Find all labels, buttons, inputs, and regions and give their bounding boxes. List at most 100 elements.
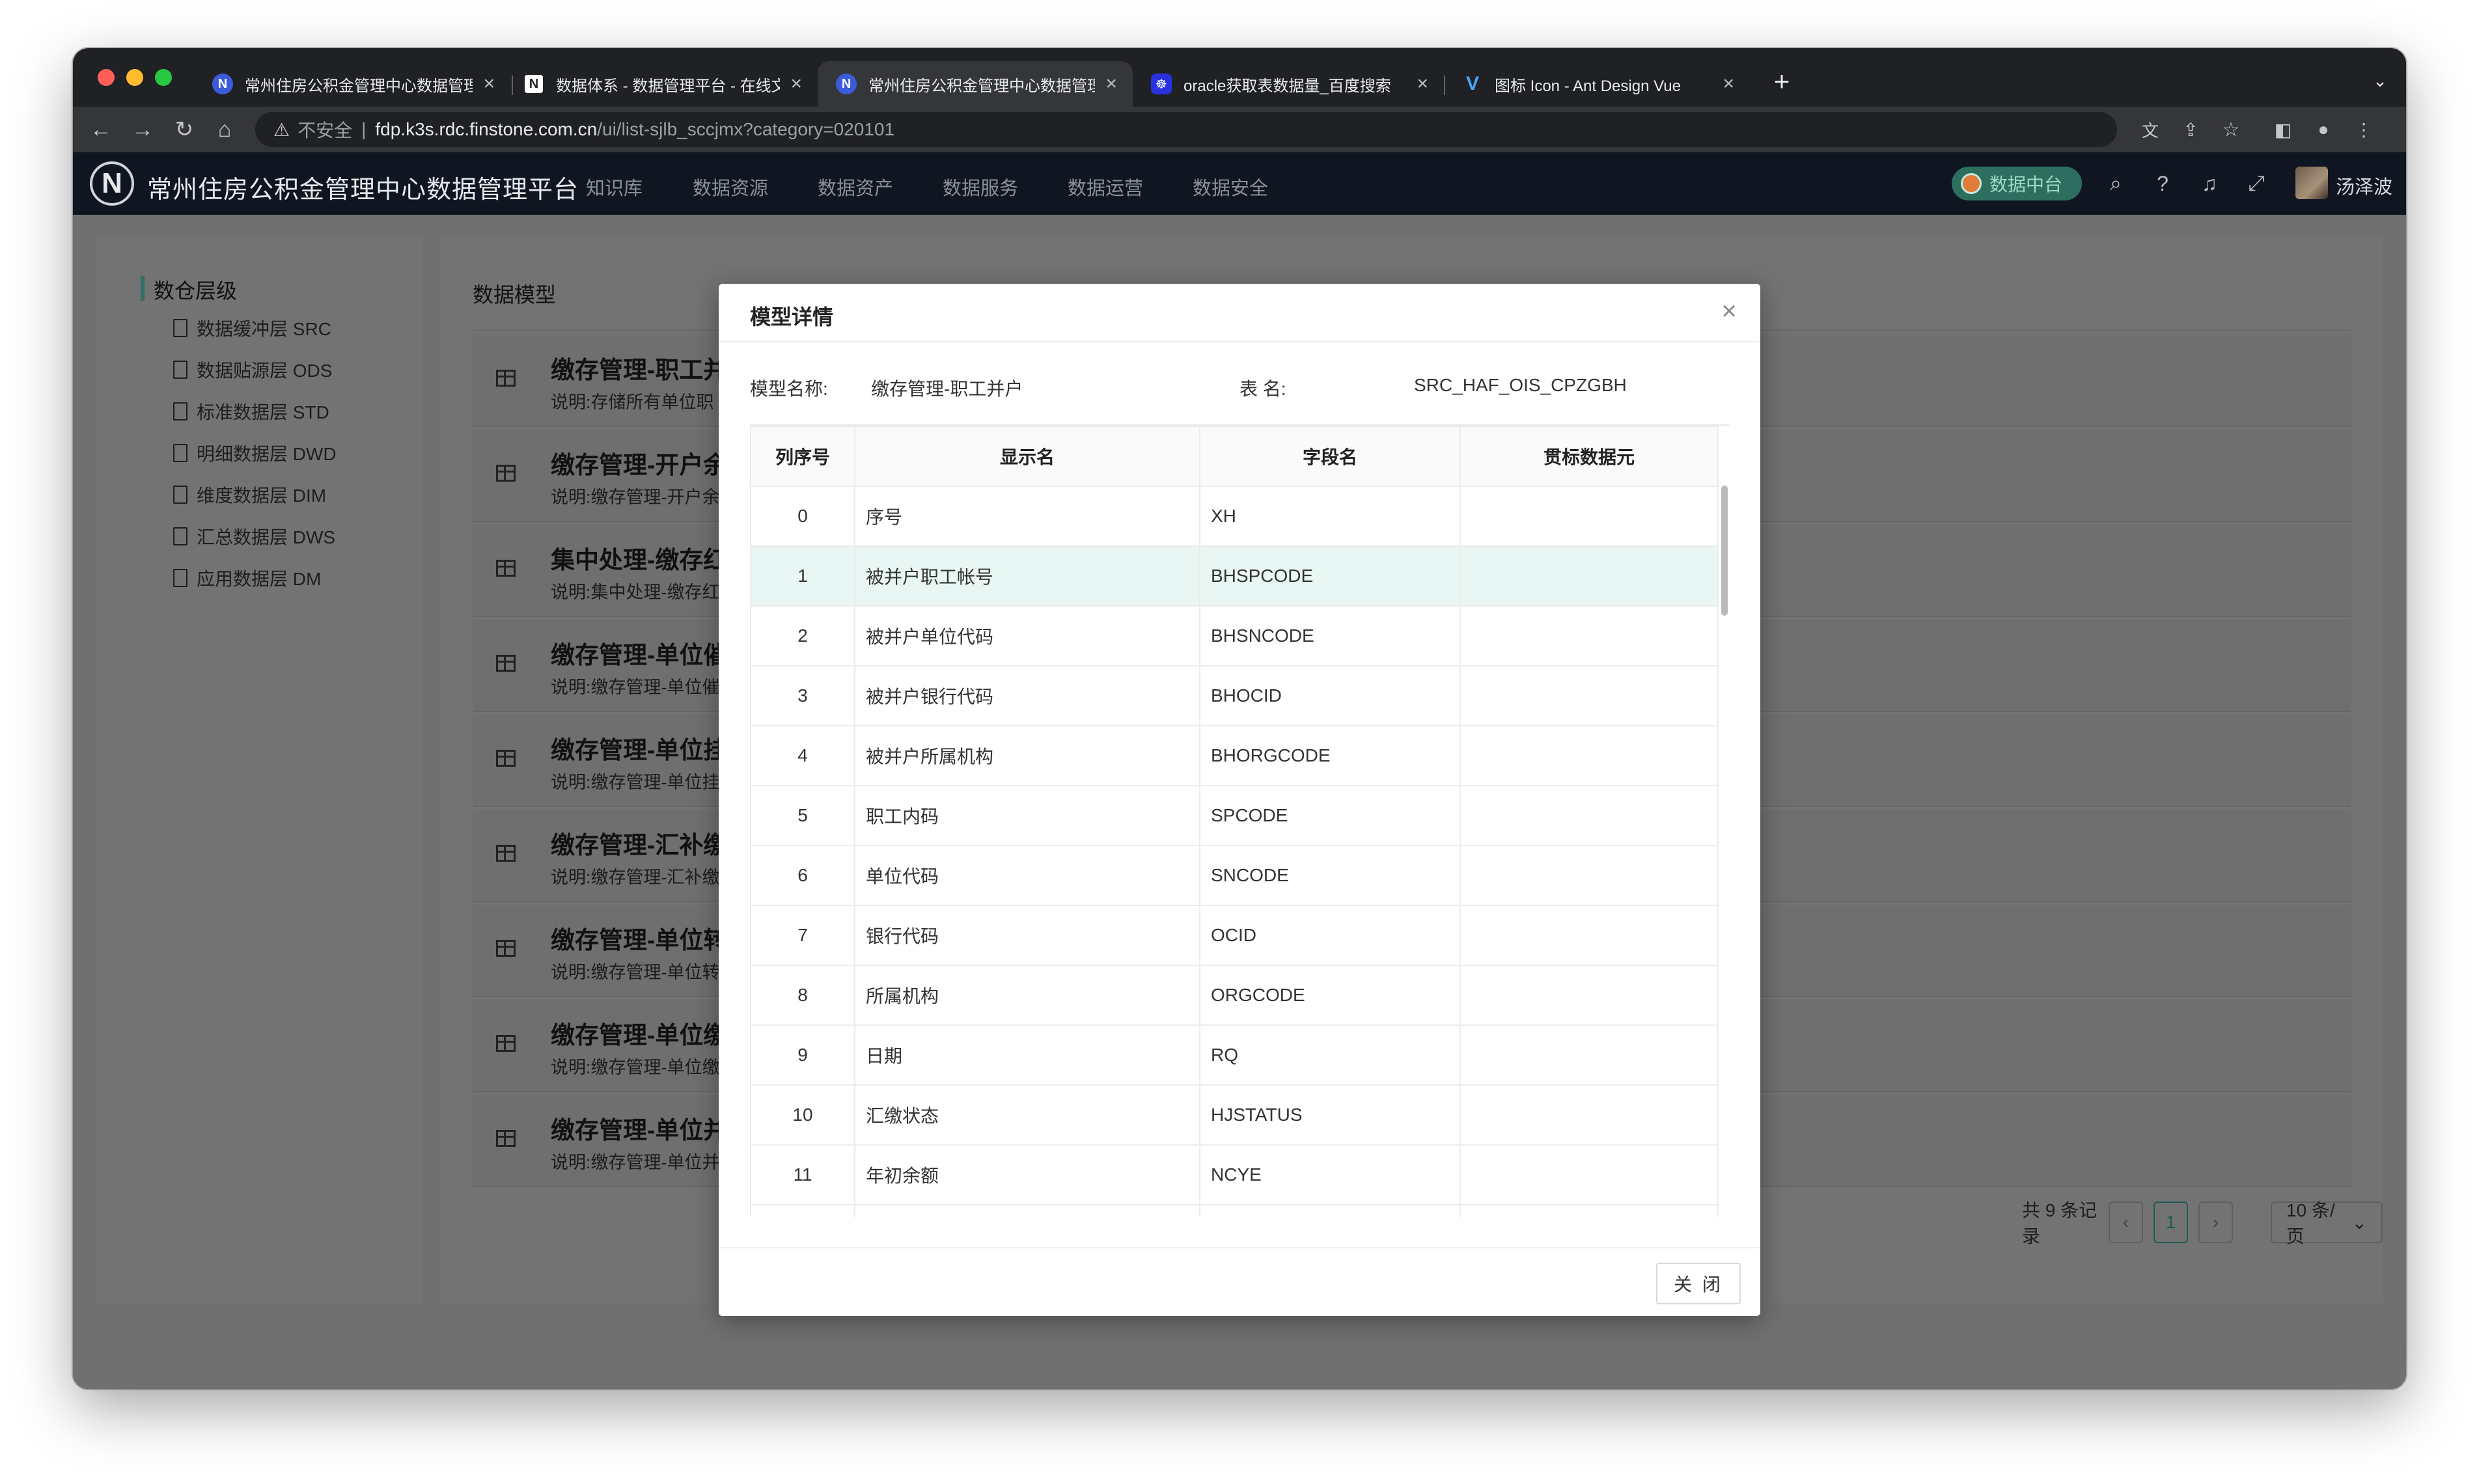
model-card-desc: 说明:缴存管理-单位转 <box>551 963 720 982</box>
cell-display-name: 日期 <box>854 1024 1200 1086</box>
prev-page-button[interactable]: ‹ <box>2108 1202 2143 1243</box>
letter-n-icon: N <box>212 74 233 94</box>
new-tab-button[interactable]: + <box>1766 65 1798 98</box>
bookmark-star-icon[interactable]: ☆ <box>2217 116 2245 143</box>
tree-item-label: 汇总数据层 DWS <box>197 527 336 547</box>
browser-tab[interactable]: V 图标 Icon - Ant Design Vue × <box>1444 61 1750 107</box>
tree-item-src[interactable]: 数据缓冲层 SRC <box>173 315 331 341</box>
close-button[interactable]: 关 闭 <box>1656 1263 1741 1304</box>
close-tab-icon[interactable]: × <box>1105 73 1117 95</box>
browser-tab[interactable]: ☸ oracle获取表数据量_百度搜索 × <box>1133 61 1444 107</box>
cell-display-name: 银行代码 <box>854 905 1200 966</box>
file-icon <box>173 361 187 379</box>
table-row[interactable]: 7 银行代码 OCID <box>750 905 1719 966</box>
tree-item-ods[interactable]: 数据贴源层 ODS <box>173 357 332 383</box>
model-card-desc: 说明:缴存管理-单位挂 <box>551 773 720 792</box>
tree-item-dm[interactable]: 应用数据层 DM <box>173 565 321 591</box>
nav-knowledge-base[interactable]: 知识库 <box>586 173 643 200</box>
data-center-switch[interactable]: 数据中台 <box>1952 167 2082 200</box>
close-tab-icon[interactable]: × <box>483 73 495 95</box>
table-row[interactable]: 11 年初余额 NCYE <box>750 1144 1719 1205</box>
help-icon[interactable]: ? <box>2150 171 2176 197</box>
bell-icon[interactable]: ♫ <box>2196 171 2223 197</box>
back-arrow-icon[interactable]: ← <box>87 116 115 143</box>
cell-display-name: 被并户所属机构 <box>854 725 1200 786</box>
username[interactable]: 汤泽波 <box>2336 172 2392 199</box>
table-row[interactable]: 2 被并户单位代码 BHSNCODE <box>750 605 1719 666</box>
table-icon <box>496 465 516 482</box>
platform-logo[interactable]: N <box>90 161 134 206</box>
close-tab-icon[interactable]: × <box>1417 73 1428 95</box>
close-icon[interactable]: × <box>1715 297 1743 325</box>
address-bar[interactable]: ⚠ 不安全 | fdp.k3s.rdc.finstone.com.cn /ui/… <box>255 112 2117 147</box>
side-panel-icon[interactable]: ◧ <box>2269 116 2297 143</box>
url-path: /ui/list-sjlb_sccjmx?category=020101 <box>597 119 895 139</box>
table-row[interactable] <box>750 1204 1719 1217</box>
column-header: 贯标数据元 <box>1460 426 1719 487</box>
tree-item-dim[interactable]: 维度数据层 DIM <box>173 482 326 508</box>
nav-data-services[interactable]: 数据服务 <box>943 173 1018 200</box>
file-icon <box>173 444 187 462</box>
tree-item-dws[interactable]: 汇总数据层 DWS <box>173 523 335 549</box>
model-name-label: 模型名称: <box>750 379 828 399</box>
home-icon[interactable]: ⌂ <box>211 116 238 143</box>
minimize-window-light[interactable] <box>126 69 143 86</box>
tab-search-chevron-icon[interactable]: ⌄ <box>2367 68 2393 94</box>
cell-index: 4 <box>750 725 855 786</box>
next-page-button[interactable]: › <box>2198 1202 2233 1243</box>
table-row[interactable]: 9 日期 RQ <box>750 1024 1719 1086</box>
tree-item-dwd[interactable]: 明细数据层 DWD <box>173 440 337 466</box>
cell-index: 0 <box>750 486 855 547</box>
page-size-select[interactable]: 10 条/页 ⌄ <box>2270 1200 2383 1246</box>
close-window-light[interactable] <box>98 69 115 86</box>
zoom-window-light[interactable] <box>155 69 172 86</box>
translate-icon[interactable]: 文 <box>2137 116 2164 143</box>
cell-field-name: HJSTATUS <box>1199 1084 1461 1146</box>
close-tab-icon[interactable]: × <box>1723 73 1734 95</box>
model-card-title: 缴存管理-单位挂 <box>551 737 728 763</box>
share-icon[interactable]: ⇪ <box>2177 116 2204 143</box>
column-header: 字段名 <box>1199 426 1461 487</box>
forward-arrow-icon[interactable]: → <box>129 116 156 143</box>
cell-field-name: BHOCID <box>1199 665 1461 726</box>
nav-data-assets[interactable]: 数据资产 <box>818 173 893 200</box>
avatar[interactable] <box>2295 167 2328 199</box>
cell-display-name: 汇缴状态 <box>854 1084 1200 1146</box>
table-row[interactable]: 0 序号 XH <box>750 486 1719 547</box>
table-row[interactable]: 3 被并户银行代码 BHOCID <box>750 665 1719 726</box>
column-header: 显示名 <box>854 426 1200 487</box>
model-card-title: 缴存管理-单位并 <box>551 1117 728 1144</box>
tab-strip: N 常州住房公积金管理中心数据管理 × N 数据体系 - 数据管理平台 - 在线… <box>73 48 2406 107</box>
fullscreen-icon[interactable]: ⤢ <box>2243 171 2269 197</box>
dialog-footer: 关 闭 <box>719 1247 1760 1316</box>
field-table[interactable]: 列序号 显示名 字段名 贯标数据元 0 序号 XH 1 被并户职工帐号 BHSPCODE… <box>750 424 1729 1217</box>
nav-data-security[interactable]: 数据安全 <box>1193 173 1268 200</box>
nav-data-resources[interactable]: 数据资源 <box>693 173 768 200</box>
cell-index: 6 <box>750 845 855 906</box>
table-row[interactable]: 6 单位代码 SNCODE <box>750 845 1719 906</box>
browser-tab[interactable]: N 数据体系 - 数据管理平台 - 在线文档 × <box>505 61 818 107</box>
pagination: 共 9 条记录 ‹ 1 › 10 条/页 ⌄ <box>2022 1200 2383 1246</box>
sidebar-title-accent <box>141 276 145 301</box>
cell-field-name: BHSNCODE <box>1199 605 1461 666</box>
table-row[interactable]: 8 所属机构 ORGCODE <box>750 965 1719 1026</box>
page-1-button[interactable]: 1 <box>2153 1202 2188 1243</box>
close-tab-icon[interactable]: × <box>790 73 802 95</box>
table-row[interactable]: 10 汇缴状态 HJSTATUS <box>750 1084 1719 1146</box>
table-row[interactable]: 5 职工内码 SPCODE <box>750 785 1719 846</box>
nav-data-operations[interactable]: 数据运营 <box>1068 173 1143 200</box>
sidebar-title[interactable]: 数仓层级 <box>154 275 237 305</box>
more-menu-icon[interactable]: ⋮ <box>2350 116 2377 143</box>
table-row-hovered[interactable]: 1 被并户职工帐号 BHSPCODE <box>750 545 1719 607</box>
table-row[interactable]: 4 被并户所属机构 BHORGCODE <box>750 725 1719 786</box>
table-scrollbar[interactable] <box>1721 486 1728 616</box>
tree-item-label: 数据贴源层 ODS <box>197 361 333 381</box>
reload-icon[interactable]: ↻ <box>171 116 198 143</box>
cell-display-name: 被并户职工帐号 <box>854 545 1200 607</box>
cell-data-element <box>1460 545 1719 607</box>
browser-tab[interactable]: N 常州住房公积金管理中心数据管理 × <box>194 61 510 107</box>
profile-icon[interactable]: ● <box>2310 116 2337 143</box>
browser-tab-active[interactable]: N 常州住房公积金管理中心数据管理 × <box>818 61 1133 107</box>
tree-item-std[interactable]: 标准数据层 STD <box>173 398 329 424</box>
search-icon[interactable]: ⌕ <box>2103 171 2129 197</box>
